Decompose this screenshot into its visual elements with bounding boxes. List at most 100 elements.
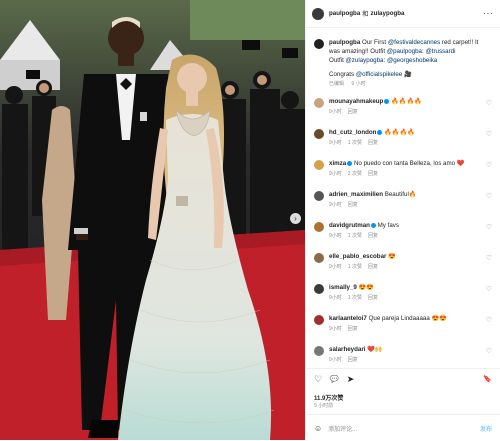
comment-likes[interactable]: 1 次赞 [348,295,362,301]
more-options-icon[interactable]: ··· [483,9,494,18]
comment-reply[interactable]: 回复 [348,109,358,115]
comment-username[interactable]: mounayahmakeup [329,98,383,105]
comment-text: 🔥🔥🔥🔥 [391,98,422,105]
comment-avatar[interactable] [314,222,324,232]
caption-tag-trussardi[interactable]: @trussardi [425,48,455,55]
likes-count[interactable]: 11.9万次赞 [314,393,343,402]
comment-reply[interactable]: 回复 [348,326,358,332]
comment-username[interactable]: davidgrutman [329,222,370,229]
caption-tag-spikelee[interactable]: @officialspikelee [356,71,402,78]
comment-input[interactable]: 添加评论... [328,424,357,433]
heart-icon[interactable]: ♡ [486,285,492,293]
comment-avatar[interactable] [314,346,324,356]
comment-avatar[interactable] [314,160,324,170]
share-icon[interactable]: ➤ [347,374,355,385]
comment-text: No puedo con tanta Belleza, los amo ❤️ [353,160,465,167]
comment-text: Que pareja Lindaaaaa 😍😍 [368,315,447,322]
heart-icon[interactable]: ♡ [486,99,492,107]
comment-likes[interactable]: 1 次赞 [348,233,362,239]
comment-text: Beautiful🔥 [384,191,417,198]
caption-edited: 已编辑 [329,81,345,87]
comment-time: 9小时 [329,326,342,332]
comment-username[interactable]: salarheydari [329,346,365,353]
comment-username[interactable]: elle_pablo_escobar [329,253,386,260]
comment-likes[interactable]: 1 次赞 [348,140,362,146]
heart-icon[interactable]: ♡ [486,223,492,231]
comment-text: My favs [377,222,399,229]
comment-avatar[interactable] [314,191,324,201]
caption-tag-festival[interactable]: @festivaldecannes [388,39,440,46]
comment-row: mounayahmakeup 🔥🔥🔥🔥 9小时 回复 ♡ [306,97,500,128]
post-actions: ♡ 💬 ➤ 🔖 [306,368,500,389]
heart-icon[interactable]: ♡ [486,192,492,200]
collab-joiner: 和 [362,11,369,18]
comment-icon[interactable]: 💬 [330,375,339,383]
comment-username[interactable]: ximza [329,160,346,167]
save-icon[interactable]: 🔖 [483,375,492,383]
comment-row: ismally_9 😍😍 9小时 1 次赞 回复 ♡ [306,283,500,314]
comment-username[interactable]: adrien_maximilien [329,191,383,198]
comment-reply[interactable]: 回复 [368,264,378,270]
caption-username[interactable]: paulpogba [329,39,360,46]
comment-reply[interactable]: 回复 [368,140,378,146]
comment-avatar[interactable] [314,253,324,263]
caption-congrats-emoji: 🎥 [404,71,412,78]
caption-avatar[interactable] [314,39,324,49]
comment-avatar[interactable] [314,315,324,325]
next-photo-button[interactable]: › [290,213,301,224]
post-comment-button[interactable]: 发布 [480,424,492,433]
instagram-post-view: › paulpogba 和 zulaypogba ··· paulpogba O… [0,0,500,440]
comment-reply[interactable]: 回复 [348,357,358,363]
comment-row: salarheydari ❤️🙌 9小时 回复 ♡ [306,345,500,365]
comment-reply[interactable]: 回复 [368,295,378,301]
comment-text: ❤️🙌 [367,346,383,353]
verified-badge-icon [377,129,383,135]
post-sidebar: paulpogba 和 zulaypogba ··· paulpogba Our… [305,0,500,440]
verified-badge-icon [347,160,353,166]
heart-icon[interactable]: ♡ [486,347,492,355]
post-caption: paulpogba Our First @festivaldecannes re… [306,28,500,89]
caption-text-5: : [383,57,386,64]
comment-row: adrien_maximilien Beautiful🔥 9小时 回复 ♡ [306,190,500,221]
comment-avatar[interactable] [314,129,324,139]
collab-username[interactable]: zulaypogba [370,10,404,17]
comment-likes[interactable]: 2 次赞 [348,171,362,177]
comment-avatar[interactable] [314,98,324,108]
heart-icon[interactable]: ♡ [486,316,492,324]
comment-time: 9小时 [329,171,342,177]
comment-time: 9小时 [329,140,342,146]
author-avatar[interactable] [312,7,324,20]
heart-icon[interactable]: ♡ [486,161,492,169]
caption-tag-paulpogba[interactable]: @paulpogba [387,48,422,55]
comment-row: hd_cutz_london 🔥🔥🔥🔥 9小时 1 次赞 回复 ♡ [306,128,500,159]
comment-username[interactable]: hd_cutz_london [329,129,376,136]
comment-avatar[interactable] [314,284,324,294]
chevron-right-icon: › [294,214,297,223]
comment-reply[interactable]: 回复 [368,233,378,239]
emoji-icon[interactable]: ☺ [314,424,322,433]
comment-username[interactable]: ismally_9 [329,284,357,291]
caption-tag-georgeshobeika[interactable]: @georgeshobeika [387,57,437,64]
caption-time: 9 小时 [351,81,366,87]
comments-feed[interactable]: paulpogba Our First @festivaldecannes re… [306,28,500,365]
comment-username[interactable]: karlaanteloi7 [329,315,367,322]
like-icon[interactable]: ♡ [314,374,322,385]
heart-icon[interactable]: ♡ [486,130,492,138]
comment-row: elle_pablo_escobar 😍 9小时 1 次赞 回复 ♡ [306,252,500,283]
author-username[interactable]: paulpogba [329,10,360,17]
comment-reply[interactable]: 回复 [348,202,358,208]
comment-time: 9小时 [329,202,342,208]
post-photo[interactable]: › [0,0,305,440]
caption-tag-zulaypogba[interactable]: @zulaypogba [346,57,384,64]
verified-badge-icon [384,98,390,104]
comment-likes[interactable]: 1 次赞 [348,264,362,270]
verified-badge-icon [370,222,376,228]
comment-text: 🔥🔥🔥🔥 [384,129,415,136]
comment-reply[interactable]: 回复 [368,171,378,177]
comment-row: ximza No puedo con tanta Belleza, los am… [306,159,500,190]
heart-icon[interactable]: ♡ [486,254,492,262]
caption-text-1: Our First [362,39,387,46]
caption-text-3: : [421,48,424,55]
add-comment-bar: ☺ 添加评论... 发布 [306,414,500,441]
comment-time: 9小时 [329,295,342,301]
